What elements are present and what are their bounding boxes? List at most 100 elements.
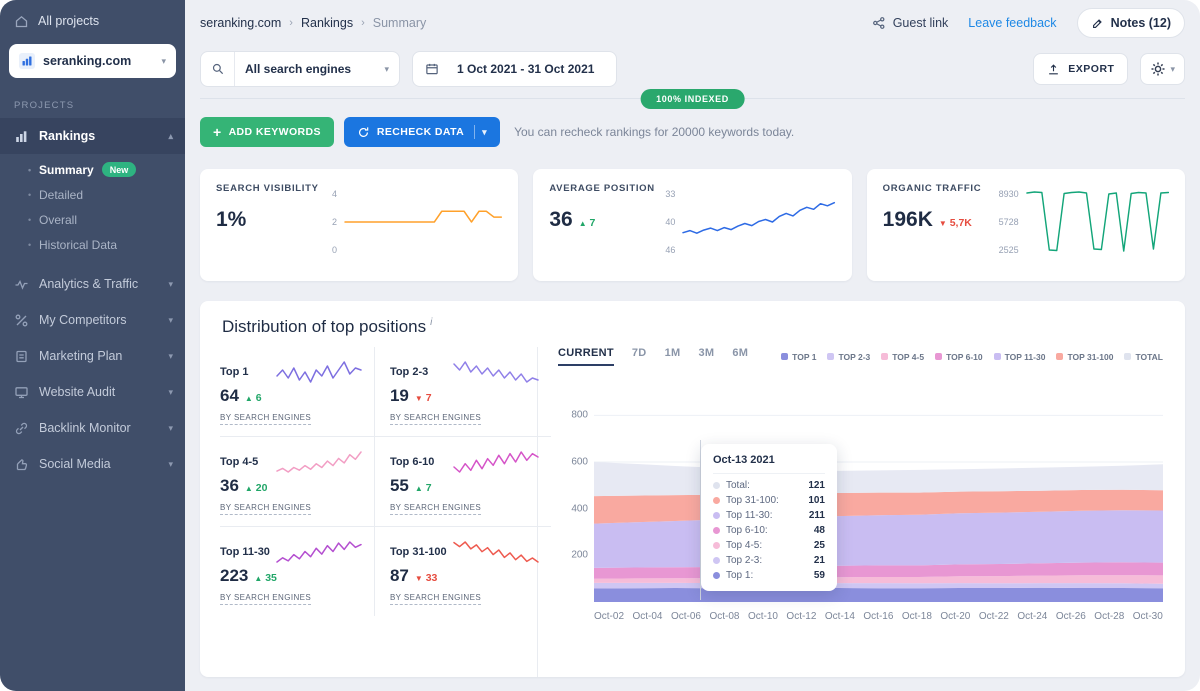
sidebar-item-analytics-traffic[interactable]: Analytics & Traffic ▾ <box>0 266 185 302</box>
breadcrumb-project[interactable]: seranking.com <box>200 16 281 30</box>
legend-item-top-11-30[interactable]: TOP 11-30 <box>994 352 1046 362</box>
notes-button[interactable]: Notes (12) <box>1077 8 1185 38</box>
recheck-data-label: RECHECK DATA <box>377 126 464 138</box>
chevron-down-icon: ▾ <box>168 279 173 290</box>
sidebar-item-marketing-plan[interactable]: Marketing Plan ▾ <box>0 338 185 374</box>
by-search-engines-link[interactable]: BY SEARCH ENGINES <box>220 503 311 515</box>
average-position-sparkline[interactable] <box>682 187 835 257</box>
pencil-icon <box>1091 17 1104 30</box>
project-selector[interactable]: seranking.com ▾ <box>9 44 176 78</box>
chevron-down-icon: ▾ <box>1170 64 1175 75</box>
stat-cards-row: SEARCH VISIBILITY 1% 4 2 0 AVERAGE P <box>200 169 1185 281</box>
stat-value: 196K <box>883 208 933 232</box>
tab-1m[interactable]: 1M <box>665 347 681 366</box>
by-search-engines-link[interactable]: BY SEARCH ENGINES <box>220 413 311 425</box>
all-projects-link[interactable]: All projects <box>0 0 185 42</box>
stacked-area-svg[interactable] <box>594 392 1163 602</box>
export-label: EXPORT <box>1068 63 1114 75</box>
toolbar: All search engines ▾ 1 Oct 2021 - 31 Oct… <box>200 48 1185 90</box>
rankings-icon <box>14 129 29 144</box>
chevron-down-icon: ▾ <box>168 315 173 326</box>
legend-item-top-4-5[interactable]: TOP 4-5 <box>881 352 924 362</box>
leave-feedback-link[interactable]: Leave feedback <box>968 16 1056 30</box>
legend-item-top-1[interactable]: TOP 1 <box>781 352 816 362</box>
by-search-engines-link[interactable]: BY SEARCH ENGINES <box>220 593 311 605</box>
breadcrumb-section[interactable]: Rankings <box>301 16 353 30</box>
social-media-icon <box>14 457 29 472</box>
sidebar-subitem-detailed[interactable]: Detailed <box>0 182 185 207</box>
mini-stat-value: 19 <box>390 386 409 406</box>
export-button[interactable]: EXPORT <box>1033 53 1128 85</box>
top-4-5-sparkline <box>276 450 362 474</box>
chart-x-axis-label: Oct-26 <box>1056 611 1086 622</box>
add-keywords-button[interactable]: + ADD KEYWORDS <box>200 117 334 147</box>
legend-item-total[interactable]: TOTAL <box>1124 352 1163 362</box>
stat-title: ORGANIC TRAFFIC <box>883 183 989 194</box>
gear-icon <box>1150 61 1166 77</box>
recheck-hint-text: You can recheck rankings for 20000 keywo… <box>514 125 794 139</box>
sidebar-item-label: My Competitors <box>39 313 158 327</box>
mini-stat-delta: ▲ 6 <box>245 392 262 404</box>
sidebar-item-label: Website Audit <box>39 385 158 399</box>
add-keywords-label: ADD KEYWORDS <box>229 126 321 138</box>
sidebar: All projects seranking.com ▾ PROJECTS Ra… <box>0 0 185 691</box>
mini-stat-top-2-3: Top 2-3 19▼ 7 BY SEARCH ENGINES <box>375 347 551 437</box>
mini-stat-value: 64 <box>220 386 239 406</box>
mini-stat-top-4-5: Top 4-5 36▲ 20 BY SEARCH ENGINES <box>220 437 375 527</box>
legend-item-top-2-3[interactable]: TOP 2-3 <box>827 352 870 362</box>
by-search-engines-link[interactable]: BY SEARCH ENGINES <box>390 503 481 515</box>
mini-stat-value: 223 <box>220 566 248 586</box>
section-divider: 100% INDEXED <box>200 98 1185 99</box>
organic-traffic-sparkline[interactable] <box>1026 187 1169 257</box>
tooltip-row: Top 31-100:101 <box>713 495 825 506</box>
guest-link-label: Guest link <box>893 16 949 30</box>
marketing-plan-icon <box>14 349 29 364</box>
stat-title: AVERAGE POSITION <box>549 183 655 194</box>
refresh-icon <box>357 126 370 139</box>
positions-area-chart[interactable]: 800600400200 Oct-13 2021 Total:121 Top 3… <box>594 392 1163 602</box>
legend-swatch <box>881 353 888 360</box>
mini-stat-value: 55 <box>390 476 409 496</box>
settings-button[interactable]: ▾ <box>1140 53 1185 85</box>
legend-item-top-31-100[interactable]: TOP 31-100 <box>1056 352 1113 362</box>
sidebar-item-my-competitors[interactable]: My Competitors ▾ <box>0 302 185 338</box>
search-engines-select[interactable]: All search engines ▾ <box>200 51 400 87</box>
tooltip-row: Top 4-5:25 <box>713 540 825 551</box>
top-31-100-sparkline <box>453 540 539 564</box>
guest-link-button[interactable]: Guest link <box>872 16 949 30</box>
legend-item-top-6-10[interactable]: TOP 6-10 <box>935 352 983 362</box>
date-range-picker[interactable]: 1 Oct 2021 - 31 Oct 2021 <box>412 51 617 87</box>
chart-y-axis-label: 200 <box>571 550 588 561</box>
sidebar-subitem-overall[interactable]: Overall <box>0 207 185 232</box>
sidebar-subitem-summary[interactable]: Summary New <box>0 157 185 182</box>
toolbar-right: EXPORT ▾ <box>1033 53 1185 85</box>
breadcrumb: seranking.com › Rankings › Summary <box>200 16 426 30</box>
subitem-label: Summary <box>39 163 94 177</box>
top-6-10-sparkline <box>453 450 539 474</box>
search-visibility-sparkline[interactable] <box>344 187 502 257</box>
stat-axis: 33 40 46 <box>665 187 675 257</box>
tab-6m[interactable]: 6M <box>732 347 748 366</box>
sidebar-item-backlink-monitor[interactable]: Backlink Monitor ▾ <box>0 410 185 446</box>
arrow-up-icon: ▲ <box>415 484 423 493</box>
sidebar-subitem-historical-data[interactable]: Historical Data <box>0 232 185 257</box>
chart-x-axis-label: Oct-16 <box>863 611 893 622</box>
tab-3m[interactable]: 3M <box>698 347 714 366</box>
sidebar-item-social-media[interactable]: Social Media ▾ <box>0 446 185 482</box>
recheck-data-button[interactable]: RECHECK DATA ▾ <box>344 117 500 147</box>
tab-7d[interactable]: 7D <box>632 347 647 366</box>
actions-row: + ADD KEYWORDS RECHECK DATA ▾ You can re… <box>200 117 1185 147</box>
distribution-card: Distribution of top positions i Top 1 64… <box>200 301 1185 677</box>
sidebar-item-website-audit[interactable]: Website Audit ▾ <box>0 374 185 410</box>
chevron-down-icon: ▾ <box>168 459 173 470</box>
sidebar-item-rankings[interactable]: Rankings ▴ <box>0 118 185 154</box>
by-search-engines-link[interactable]: BY SEARCH ENGINES <box>390 413 481 425</box>
arrow-up-icon: ▲ <box>254 574 262 583</box>
backlink-icon <box>14 421 29 436</box>
chart-period-tabs: CURRENT 7D 1M 3M 6M <box>558 347 748 366</box>
tab-current[interactable]: CURRENT <box>558 347 614 366</box>
by-search-engines-link[interactable]: BY SEARCH ENGINES <box>390 593 481 605</box>
legend-swatch <box>935 353 942 360</box>
chart-y-axis-label: 600 <box>571 457 588 468</box>
info-icon[interactable]: i <box>430 317 432 328</box>
